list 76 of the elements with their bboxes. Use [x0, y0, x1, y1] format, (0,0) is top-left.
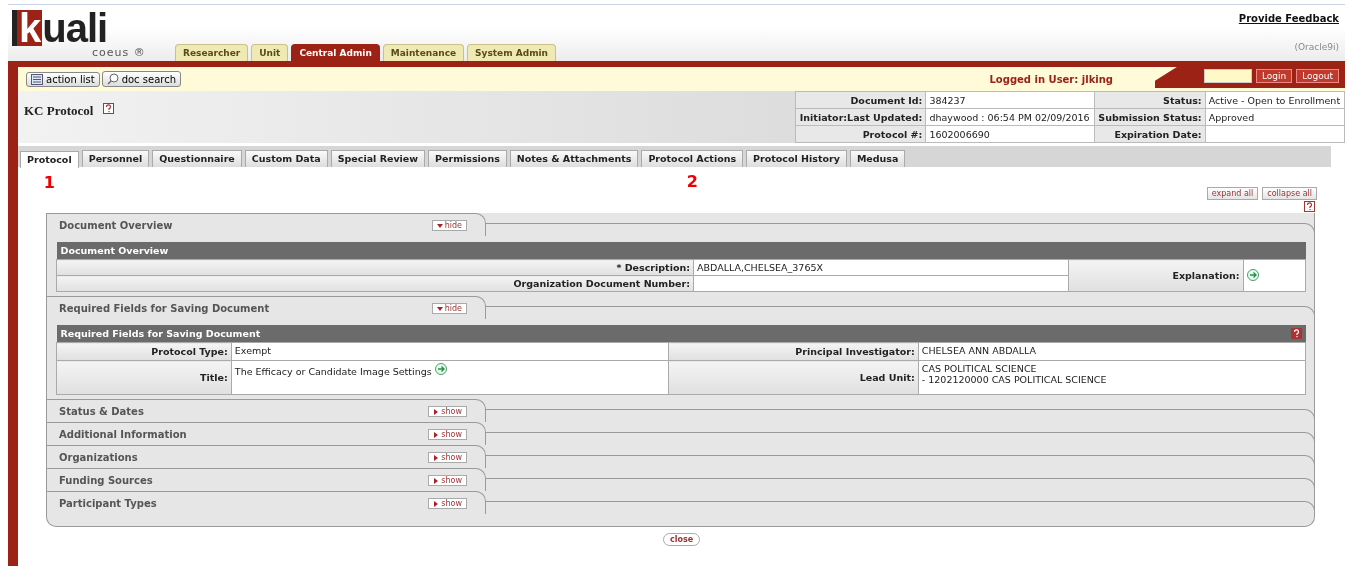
caret-right-icon — [433, 500, 440, 507]
info-value: 384237 — [925, 91, 1095, 109]
close-button[interactable]: close — [662, 533, 701, 546]
module-tab[interactable]: Researcher — [175, 44, 249, 61]
field-value: CAS POLITICAL SCIENCE - 1202120000 CAS POLITICAL SCIENCE — [918, 360, 1306, 395]
section-title: Document Overview — [59, 220, 173, 231]
section-title: Status & Dates — [59, 406, 144, 417]
module-tab[interactable]: System Admin — [467, 44, 556, 61]
callout-number: 2 — [686, 172, 698, 191]
logo: kuali — [12, 10, 108, 46]
toggle-button[interactable]: show — [428, 429, 467, 440]
help-icon[interactable] — [103, 103, 115, 114]
caret-down-icon — [436, 222, 443, 229]
callout-number: 1 — [43, 173, 55, 192]
section-title: Required Fields for Saving Document — [59, 303, 270, 314]
field-label: Protocol Type: — [56, 342, 232, 361]
module-tab[interactable]: Unit — [251, 44, 289, 61]
document-title: KC Protocol — [24, 103, 94, 119]
document-tab[interactable]: Protocol — [20, 151, 79, 168]
toggle-button[interactable]: show — [428, 498, 467, 509]
help-icon[interactable] — [1290, 328, 1302, 339]
document-tab[interactable]: Personnel — [81, 150, 150, 167]
toolbar-button[interactable]: doc search — [101, 71, 182, 87]
field-value: The Efficacy or Candidate Image Settings — [231, 360, 669, 395]
open-icon[interactable] — [1246, 268, 1259, 281]
field-value: CHELSEA ANN ABDALLA — [918, 342, 1306, 361]
toolbar-button[interactable]: action list — [26, 71, 100, 87]
list-icon — [31, 73, 43, 85]
section-title: Organizations — [59, 452, 138, 463]
document-tab[interactable]: Custom Data — [244, 150, 328, 167]
field-value: ABDALLA,CHELSEA_3765X — [693, 259, 1069, 276]
login-field[interactable] — [1203, 69, 1252, 83]
info-label: Document Id: — [795, 91, 926, 109]
feedback-link[interactable]: Provide Feedback — [1238, 13, 1339, 24]
search-icon — [106, 73, 119, 85]
document-tab[interactable]: Protocol History — [746, 150, 847, 167]
help-icon[interactable] — [1304, 201, 1315, 212]
section-title: Additional Information — [59, 429, 187, 440]
info-value: Active - Open to Enrollment — [1205, 91, 1345, 109]
page-button[interactable]: expand all — [1206, 187, 1259, 200]
caret-right-icon — [433, 454, 440, 461]
open-icon[interactable] — [434, 363, 447, 375]
logged-in-user: Logged in User: jlking — [989, 73, 1113, 85]
login-button[interactable]: Logout — [1296, 69, 1339, 83]
caret-down-icon — [436, 305, 443, 312]
toggle-button[interactable]: show — [428, 406, 467, 417]
toggle-button[interactable]: hide — [431, 220, 467, 231]
toggle-button[interactable]: show — [428, 475, 467, 486]
info-label: Status: — [1094, 91, 1206, 109]
field-label: Explanation: — [1068, 259, 1244, 292]
module-tab[interactable]: Maintenance — [382, 44, 465, 61]
toggle-button[interactable]: show — [428, 452, 467, 463]
document-tab[interactable]: Medusa — [849, 150, 906, 167]
field-label: Principal Investigator: — [668, 342, 919, 361]
module-tab[interactable]: Central Admin — [291, 44, 380, 61]
field-value: Exempt — [231, 342, 669, 361]
login-button[interactable]: Login — [1255, 69, 1293, 83]
document-tab[interactable]: Permissions — [428, 150, 507, 167]
caret-right-icon — [433, 477, 440, 484]
field-label: Lead Unit: — [668, 360, 919, 395]
document-tab[interactable]: Questionnaire — [152, 150, 242, 167]
caret-right-icon — [433, 408, 440, 415]
field-label: Title: — [56, 360, 232, 395]
toggle-button[interactable]: hide — [431, 303, 467, 314]
document-tab[interactable]: Notes & Attachments — [509, 150, 639, 167]
section-title: Funding Sources — [59, 475, 153, 486]
page-button[interactable]: collapse all — [1262, 187, 1317, 200]
table-header: Required Fields for Saving Document — [56, 325, 1306, 343]
database-label: (Oracle9i) — [1294, 42, 1339, 52]
section-title: Participant Types — [59, 498, 157, 509]
table-header: Document Overview — [56, 242, 1306, 260]
caret-right-icon — [433, 431, 440, 438]
document-tab[interactable]: Protocol Actions — [641, 150, 744, 167]
document-tab[interactable]: Special Review — [330, 150, 426, 167]
logo-subtitle: coeus ® — [92, 46, 146, 59]
field-label: * Description: — [56, 259, 694, 276]
